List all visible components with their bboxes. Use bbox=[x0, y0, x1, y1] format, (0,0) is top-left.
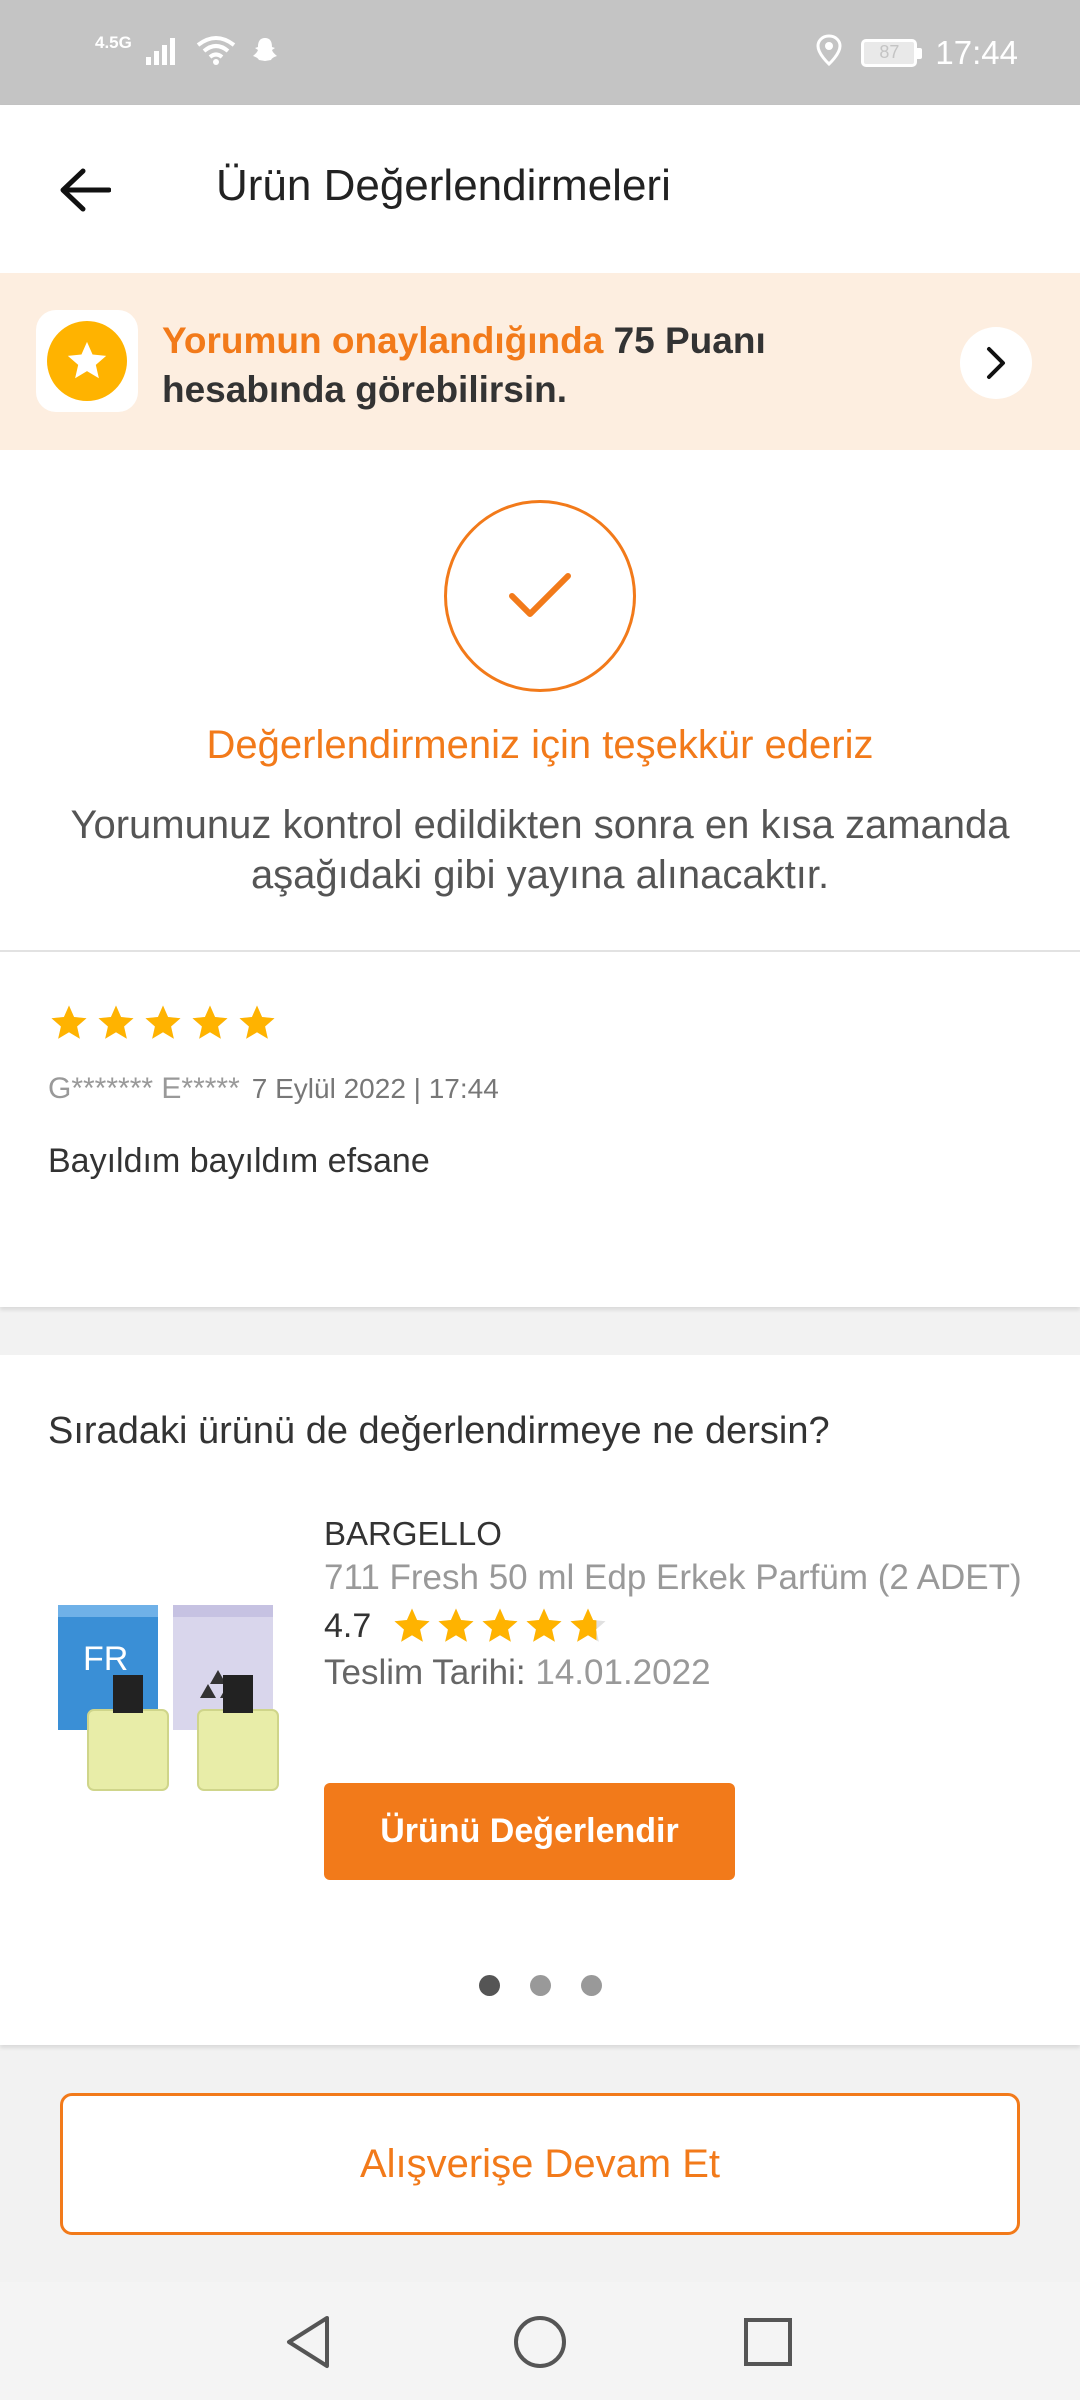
star-badge-icon bbox=[47, 321, 127, 401]
star-icon bbox=[51, 1005, 87, 1039]
star-icon bbox=[526, 1608, 562, 1642]
carousel-dot[interactable] bbox=[580, 1975, 602, 1996]
carousel-dot[interactable] bbox=[478, 1975, 500, 1996]
location-icon bbox=[815, 34, 843, 71]
banner-message: Yorumun onaylandığında 75 Puanı hesabınd… bbox=[162, 316, 962, 414]
star-icon bbox=[98, 1005, 134, 1039]
star-icon bbox=[482, 1608, 518, 1642]
product-rating: 4.7 bbox=[324, 1605, 609, 1647]
chevron-right-icon bbox=[987, 347, 1005, 379]
rate-product-button[interactable]: Ürünü Değerlendir bbox=[324, 1783, 735, 1880]
rating-stars bbox=[391, 1605, 609, 1647]
product-name[interactable]: 711 Fresh 50 ml Edp Erkek Parfüm (2 ADET… bbox=[324, 1558, 1022, 1598]
nav-recents-button[interactable] bbox=[736, 2310, 800, 2374]
reviewer-name: G******* E***** bbox=[48, 1072, 240, 1105]
delivery-info: Teslim Tarihi: 14.01.2022 bbox=[324, 1653, 711, 1693]
star-icon bbox=[192, 1005, 228, 1039]
signal-icon bbox=[145, 35, 182, 70]
snapchat-icon bbox=[250, 35, 280, 70]
nav-home-button[interactable] bbox=[508, 2310, 572, 2374]
delivery-label: Teslim Tarihi: bbox=[324, 1653, 526, 1692]
battery-indicator: 87 bbox=[861, 38, 923, 67]
carousel-dot[interactable] bbox=[529, 1975, 551, 1996]
review-text: Bayıldım bayıldım efsane bbox=[48, 1142, 430, 1180]
delivery-date: 14.01.2022 bbox=[535, 1653, 711, 1692]
status-left: 4.5G bbox=[95, 30, 280, 75]
svg-text:FR: FR bbox=[83, 1640, 128, 1678]
app-header: Ürün Değerlendirmeleri bbox=[0, 105, 1080, 273]
star-icon bbox=[394, 1608, 430, 1642]
clock: 17:44 bbox=[935, 33, 1018, 71]
status-bar: 4.5G 87 17:44 bbox=[0, 0, 1080, 105]
rating-value: 4.7 bbox=[324, 1606, 372, 1645]
carousel-indicator bbox=[0, 1975, 1080, 1996]
product-image[interactable]: FR bbox=[48, 1580, 293, 1795]
continue-shopping-button[interactable]: Alışverişe Devam Et bbox=[60, 2093, 1020, 2235]
system-nav-bar bbox=[0, 2282, 1080, 2400]
status-right: 87 17:44 bbox=[815, 30, 1018, 75]
thanks-description: Yorumunuz kontrol edildikten sonra en kı… bbox=[70, 803, 1010, 897]
review-date: 7 Eylül 2022 | 17:44 bbox=[251, 1073, 499, 1104]
banner-rest: hesabında görebilirsin. bbox=[162, 369, 568, 410]
banner-icon-container bbox=[36, 310, 138, 412]
review-meta: G******* E***** 7 Eylül 2022 | 17:44 bbox=[48, 1072, 499, 1106]
back-arrow-icon bbox=[60, 168, 111, 212]
wifi-icon bbox=[196, 35, 236, 70]
points-banner[interactable]: Yorumun onaylandığında 75 Puanı hesabınd… bbox=[0, 273, 1080, 450]
star-icon bbox=[438, 1608, 474, 1642]
star-icon bbox=[239, 1005, 275, 1039]
product-brand: BARGELLO bbox=[324, 1515, 502, 1552]
thanks-card: Değerlendirmeniz için teşekkür ederiz Yo… bbox=[0, 450, 1080, 950]
next-product-title: Sıradaki ürünü de değerlendirmeye ne der… bbox=[48, 1410, 830, 1452]
thanks-title: Değerlendirmeniz için teşekkür ederiz bbox=[206, 723, 874, 767]
success-check-icon bbox=[444, 500, 636, 692]
square-recents-icon bbox=[744, 2318, 792, 2366]
page-title: Ürün Değerlendirmeleri bbox=[216, 161, 671, 210]
star-icon bbox=[145, 1005, 181, 1039]
star-icon bbox=[570, 1608, 606, 1642]
nav-back-button[interactable] bbox=[276, 2310, 340, 2374]
next-product-card: Sıradaki ürünü de değerlendirmeye ne der… bbox=[0, 1355, 1080, 2045]
back-button[interactable] bbox=[50, 155, 120, 225]
banner-highlight: Yorumun onaylandığında bbox=[162, 320, 604, 361]
triangle-back-icon bbox=[287, 2316, 329, 2368]
banner-chevron-button[interactable] bbox=[960, 327, 1032, 399]
circle-home-icon bbox=[514, 2316, 566, 2368]
network-type: 4.5G bbox=[95, 32, 132, 52]
review-preview: G******* E***** 7 Eylül 2022 | 17:44 Bay… bbox=[0, 952, 1080, 1307]
review-rating-stars bbox=[48, 1002, 278, 1044]
banner-points: 75 Puanı bbox=[613, 320, 766, 361]
